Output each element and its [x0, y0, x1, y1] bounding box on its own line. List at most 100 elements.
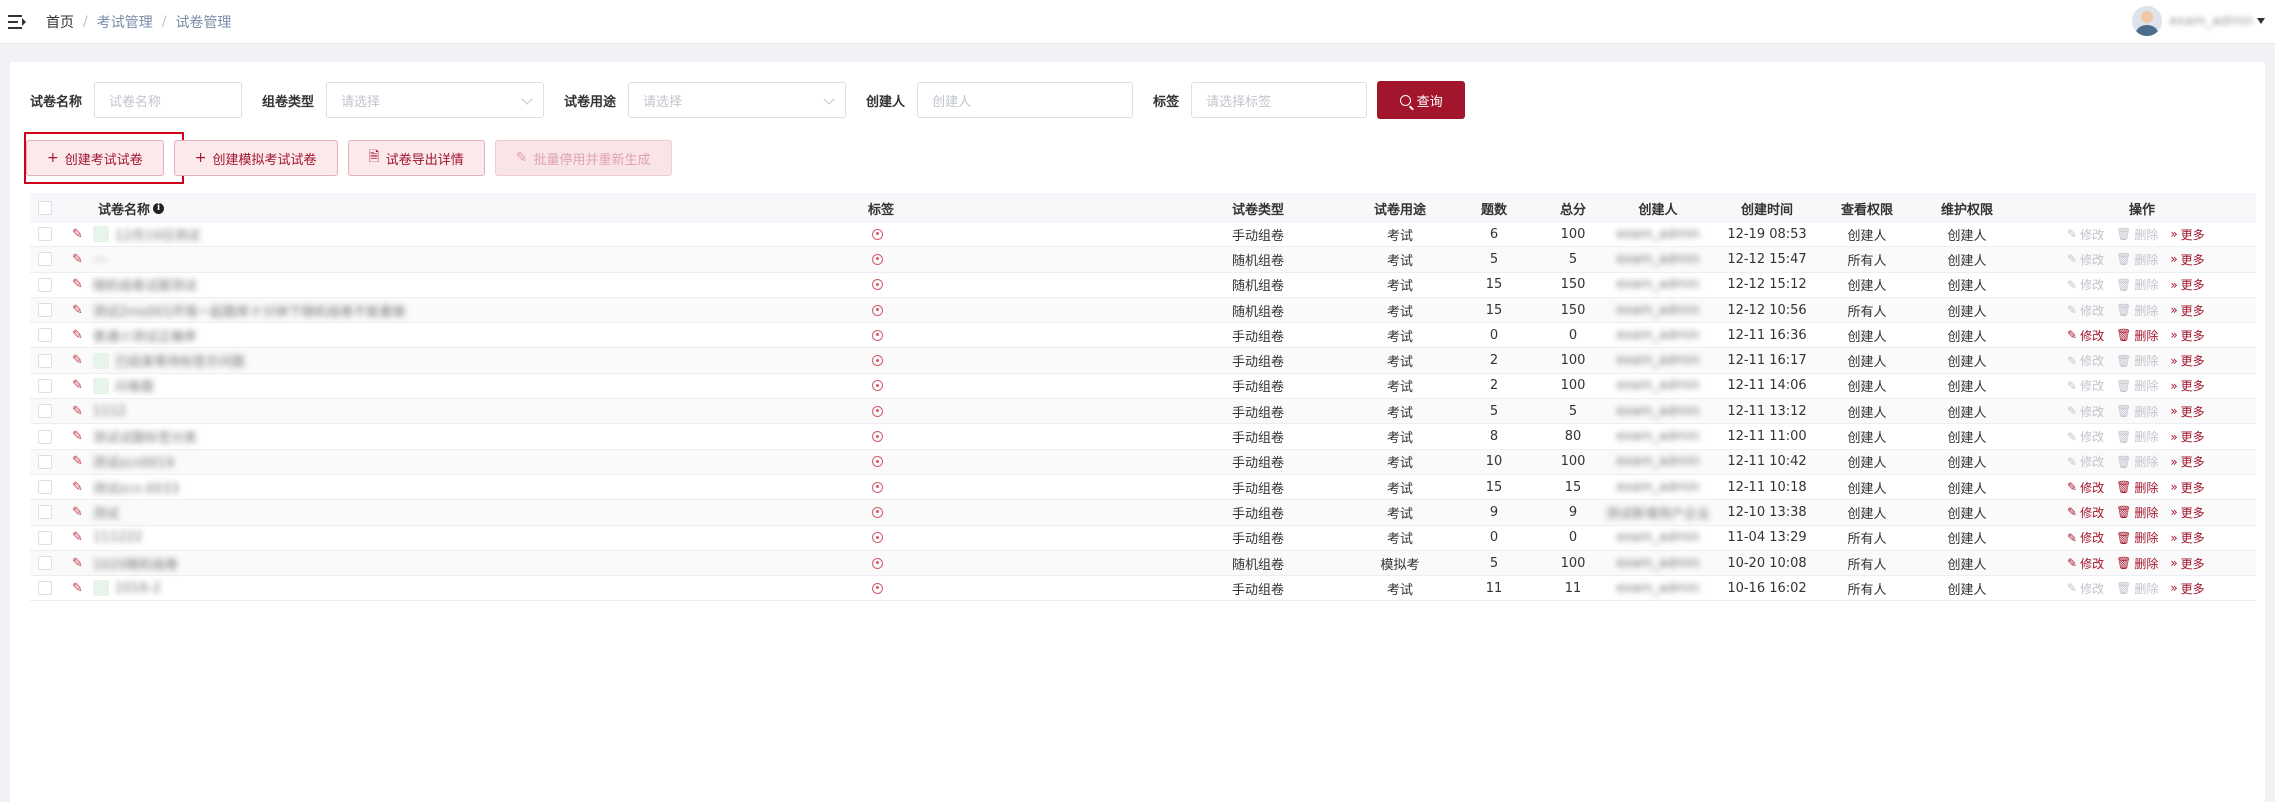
more-button[interactable]: » 更多	[2170, 302, 2204, 319]
edit-button[interactable]: ✎ 修改	[2067, 251, 2104, 268]
edit-name-icon[interactable]: ✎	[72, 530, 83, 545]
paper-name[interactable]: 测试	[93, 503, 119, 522]
more-button[interactable]: » 更多	[2170, 428, 2204, 445]
edit-button[interactable]: ✎ 修改	[2067, 580, 2104, 597]
more-button[interactable]: » 更多	[2170, 580, 2204, 597]
paper-name[interactable]: 测试2ms001环境一起题库十分钟下随机组卷不能重做	[93, 301, 406, 320]
delete-button[interactable]: 🗑 删除	[2116, 251, 2158, 268]
edit-name-icon[interactable]: ✎	[72, 353, 83, 368]
edit-name-icon[interactable]: ✎	[72, 454, 83, 469]
row-checkbox[interactable]	[38, 252, 52, 267]
paper-name[interactable]: 111222	[93, 530, 143, 545]
row-checkbox[interactable]	[38, 505, 52, 520]
tag-icon[interactable]	[872, 456, 883, 468]
row-checkbox[interactable]	[38, 303, 52, 318]
paper-usage-select[interactable]: 请选择	[628, 82, 847, 118]
tag-icon[interactable]	[872, 279, 883, 291]
tag-icon[interactable]	[872, 481, 883, 493]
more-button[interactable]: » 更多	[2170, 504, 2204, 521]
more-button[interactable]: » 更多	[2170, 453, 2204, 470]
row-checkbox[interactable]	[38, 480, 52, 495]
tag-icon[interactable]	[872, 304, 883, 316]
more-button[interactable]: » 更多	[2170, 479, 2204, 496]
delete-button[interactable]: 🗑 删除	[2116, 327, 2158, 344]
more-button[interactable]: » 更多	[2170, 377, 2204, 394]
tag-icon[interactable]	[872, 380, 883, 392]
delete-button[interactable]: 🗑 删除	[2116, 504, 2158, 521]
more-button[interactable]: » 更多	[2170, 251, 2204, 268]
delete-button[interactable]: 🗑 删除	[2116, 226, 2158, 243]
delete-button[interactable]: 🗑 删除	[2116, 352, 2158, 369]
caret-down-icon[interactable]	[2257, 18, 2265, 24]
tag-icon[interactable]	[872, 253, 883, 265]
breadcrumb-exam-management[interactable]: 考试管理	[97, 12, 153, 32]
paper-name[interactable]: 1020随机组卷	[93, 554, 178, 573]
paper-name[interactable]: ---	[93, 252, 107, 267]
tag-icon[interactable]	[872, 506, 883, 518]
menu-toggle-icon[interactable]	[8, 14, 26, 29]
edit-button[interactable]: ✎ 修改	[2067, 453, 2104, 470]
batch-disable-regenerate-button[interactable]: ✎ 批量停用并重新生成	[494, 140, 672, 176]
tag-icon[interactable]	[872, 431, 883, 443]
more-button[interactable]: » 更多	[2170, 327, 2204, 344]
info-icon[interactable]: i	[153, 202, 165, 214]
edit-name-icon[interactable]: ✎	[72, 303, 83, 318]
delete-button[interactable]: 🗑 删除	[2116, 377, 2158, 394]
query-button[interactable]: 查询	[1377, 81, 1466, 119]
edit-button[interactable]: ✎ 修改	[2067, 529, 2104, 546]
edit-button[interactable]: ✎ 修改	[2067, 226, 2104, 243]
row-checkbox[interactable]	[38, 277, 52, 292]
tag-icon[interactable]	[872, 557, 883, 569]
avatar[interactable]	[2131, 6, 2162, 36]
delete-button[interactable]: 🗑 删除	[2116, 580, 2158, 597]
edit-button[interactable]: ✎ 修改	[2067, 276, 2104, 293]
paper-name[interactable]: 随机组卷试题测试	[93, 275, 197, 294]
edit-name-icon[interactable]: ✎	[72, 505, 83, 520]
tag-icon[interactable]	[872, 355, 883, 367]
more-button[interactable]: » 更多	[2170, 352, 2204, 369]
paper-name[interactable]: 测试试题标签分类	[93, 427, 197, 446]
row-checkbox[interactable]	[38, 227, 52, 242]
edit-name-icon[interactable]: ✎	[72, 404, 83, 419]
delete-button[interactable]: 🗑 删除	[2116, 555, 2158, 572]
edit-button[interactable]: ✎ 修改	[2067, 428, 2104, 445]
delete-button[interactable]: 🗑 删除	[2116, 529, 2158, 546]
select-all-checkbox[interactable]	[38, 201, 52, 215]
row-checkbox[interactable]	[38, 530, 52, 545]
edit-name-icon[interactable]: ✎	[72, 581, 83, 596]
edit-name-icon[interactable]: ✎	[72, 378, 83, 393]
row-checkbox[interactable]	[38, 454, 52, 469]
edit-name-icon[interactable]: ✎	[72, 328, 83, 343]
paper-name[interactable]: 问卷题	[115, 376, 154, 395]
row-checkbox[interactable]	[38, 404, 52, 419]
edit-button[interactable]: ✎ 修改	[2067, 403, 2104, 420]
delete-button[interactable]: 🗑 删除	[2116, 428, 2158, 445]
row-checkbox[interactable]	[38, 378, 52, 393]
delete-button[interactable]: 🗑 删除	[2116, 403, 2158, 420]
edit-button[interactable]: ✎ 修改	[2067, 302, 2104, 319]
paper-name[interactable]: 测试zcn-0033	[93, 478, 179, 497]
more-button[interactable]: » 更多	[2170, 555, 2204, 572]
tag-icon[interactable]	[872, 329, 883, 341]
edit-name-icon[interactable]: ✎	[72, 277, 83, 292]
tag-icon[interactable]	[872, 582, 883, 594]
more-button[interactable]: » 更多	[2170, 276, 2204, 293]
paper-type-select[interactable]: 请选择	[326, 82, 545, 118]
edit-button[interactable]: ✎ 修改	[2067, 327, 2104, 344]
tag-select[interactable]: 请选择标签	[1191, 82, 1368, 118]
create-mock-paper-button[interactable]: + 创建模拟考试试卷	[173, 140, 338, 176]
delete-button[interactable]: 🗑 删除	[2116, 479, 2158, 496]
edit-name-icon[interactable]: ✎	[72, 556, 83, 571]
paper-name[interactable]: 普通小测试正确率	[93, 326, 197, 345]
tag-icon[interactable]	[872, 405, 883, 417]
export-detail-button[interactable]: 🗎 试卷导出详情	[347, 140, 485, 176]
edit-button[interactable]: ✎ 修改	[2067, 377, 2104, 394]
paper-name[interactable]: 测试zcn0019	[93, 452, 174, 471]
edit-button[interactable]: ✎ 修改	[2067, 352, 2104, 369]
edit-name-icon[interactable]: ✎	[72, 429, 83, 444]
row-checkbox[interactable]	[38, 328, 52, 343]
creator-input[interactable]: 创建人	[917, 82, 1134, 118]
tag-icon[interactable]	[872, 228, 883, 240]
delete-button[interactable]: 🗑 删除	[2116, 453, 2158, 470]
breadcrumb-home[interactable]: 首页	[46, 12, 74, 32]
